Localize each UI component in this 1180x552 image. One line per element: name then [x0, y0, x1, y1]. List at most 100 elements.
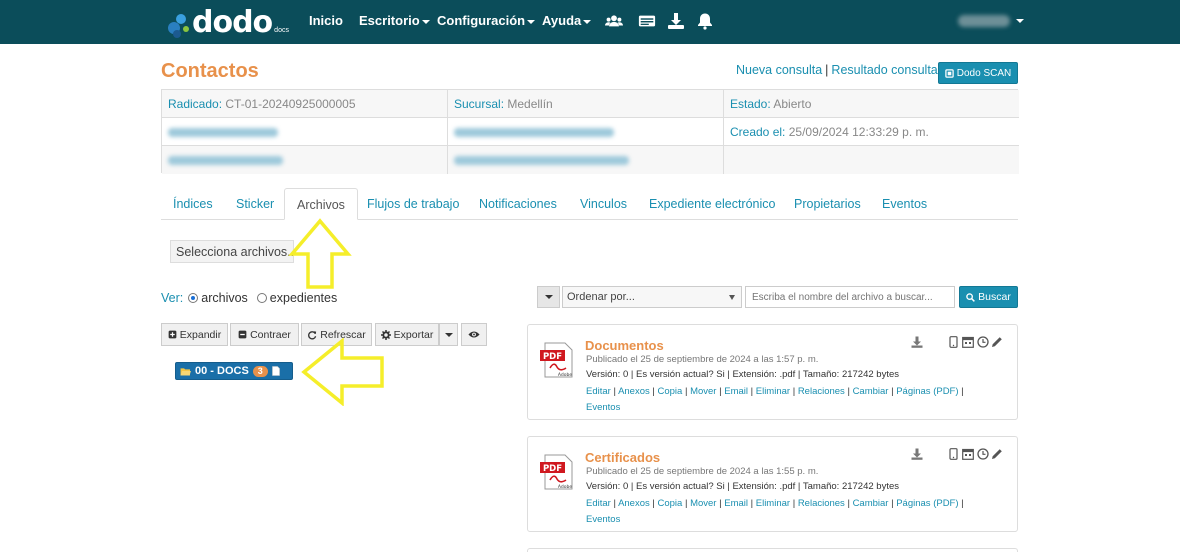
- sucursal-label: Sucursal:: [454, 97, 505, 111]
- action-copia[interactable]: Copia: [658, 498, 683, 509]
- dodo-scan-button[interactable]: Dodo SCAN: [938, 62, 1018, 84]
- chevron-down-icon: [444, 332, 453, 337]
- action-anexos[interactable]: Anexos: [618, 386, 650, 397]
- creado-value: 25/09/2024 12:33:29 p. m.: [788, 125, 929, 139]
- new-query-link[interactable]: Nueva consulta: [736, 63, 822, 77]
- nav-escritorio-label: Escritorio: [359, 13, 420, 28]
- search-button-label: Buscar: [978, 291, 1011, 303]
- scan-icon: [945, 68, 954, 78]
- select-files-button[interactable]: Selecciona archivos...: [170, 240, 294, 263]
- action-editar[interactable]: Editar: [586, 386, 611, 397]
- file-title[interactable]: Certificados: [585, 450, 660, 465]
- chevron-down-icon: [583, 19, 592, 24]
- nav-inicio[interactable]: Inicio: [309, 13, 343, 28]
- bell-icon[interactable]: [696, 12, 714, 30]
- action-email[interactable]: Email: [724, 386, 748, 397]
- file-published: Publicado el 25 de septiembre de 2024 a …: [586, 466, 819, 477]
- file-actions: Editar | Anexos | Copia | Mover | Email …: [586, 498, 964, 525]
- calendar-icon[interactable]: [962, 336, 974, 348]
- calendar-icon[interactable]: [962, 448, 974, 460]
- file-actions: Editar | Anexos | Copia | Mover | Email …: [586, 386, 964, 413]
- pencil-icon[interactable]: [991, 336, 1003, 348]
- mobile-icon[interactable]: [949, 336, 958, 348]
- sucursal-cell: Sucursal: Medellín: [448, 90, 724, 118]
- clock-icon[interactable]: [977, 336, 989, 348]
- folder-node-00-docs[interactable]: 00 - DOCS 3: [175, 362, 293, 380]
- action-email[interactable]: Email: [724, 498, 748, 509]
- pencil-icon[interactable]: [991, 448, 1003, 460]
- logo-subtext: docs: [274, 27, 289, 34]
- action-eliminar[interactable]: Eliminar: [756, 386, 790, 397]
- order-by-select[interactable]: Ordenar por...: [562, 286, 742, 308]
- action-editar[interactable]: Editar: [586, 498, 611, 509]
- folder-count-badge: 3: [252, 365, 268, 377]
- action-paginas-pdf[interactable]: Páginas (PDF): [896, 498, 958, 509]
- nav-inicio-label: Inicio: [309, 13, 343, 28]
- action-mover[interactable]: Mover: [690, 386, 716, 397]
- id-card-icon[interactable]: [638, 12, 656, 30]
- action-cambiar[interactable]: Cambiar: [853, 498, 889, 509]
- action-paginas-pdf[interactable]: Páginas (PDF): [896, 386, 958, 397]
- export-label: Exportar: [393, 328, 434, 341]
- search-button[interactable]: Buscar: [959, 286, 1018, 308]
- nav-ayuda-label: Ayuda: [542, 13, 582, 28]
- nav-ayuda[interactable]: Ayuda: [542, 13, 592, 28]
- file-meta: Versión: 0 | Es versión actual? Si | Ext…: [586, 369, 899, 380]
- download-icon[interactable]: [911, 336, 923, 348]
- svg-text:Adobe: Adobe: [558, 372, 572, 378]
- filter-dropdown-button[interactable]: [537, 286, 560, 308]
- action-eventos[interactable]: Eventos: [586, 402, 620, 413]
- action-mover[interactable]: Mover: [690, 498, 716, 509]
- dodo-logo[interactable]: dodo docs: [168, 6, 289, 38]
- tab-flujos-de-trabajo[interactable]: Flujos de trabajo: [355, 188, 471, 220]
- action-eliminar[interactable]: Eliminar: [756, 498, 790, 509]
- tab-indices[interactable]: Índices: [161, 188, 225, 220]
- tab-expediente-electronico[interactable]: Expediente electrónico: [637, 188, 787, 220]
- radicado-cell: Radicado: CT-01-20240925000005: [162, 90, 448, 118]
- view-toggle-button[interactable]: [461, 323, 487, 346]
- logo-text: dodo: [192, 5, 273, 40]
- export-dropdown-button[interactable]: [439, 323, 458, 346]
- download-icon[interactable]: [667, 12, 685, 30]
- query-result-link[interactable]: Resultado consulta: [831, 63, 937, 77]
- highlight-arrow-left-icon: [301, 338, 384, 406]
- expand-button[interactable]: Expandir: [161, 323, 228, 346]
- nav-configuracion[interactable]: Configuración: [437, 13, 536, 28]
- tab-notificaciones[interactable]: Notificaciones: [467, 188, 569, 220]
- redacted-text: [168, 128, 278, 138]
- tab-vinculos[interactable]: Vinculos: [568, 188, 639, 220]
- mobile-icon[interactable]: [949, 448, 958, 460]
- file-meta: Versión: 0 | Es versión actual? Si | Ext…: [586, 481, 899, 492]
- action-cambiar[interactable]: Cambiar: [853, 386, 889, 397]
- nav-configuracion-label: Configuración: [437, 13, 526, 28]
- redacted-text: [454, 128, 614, 138]
- file-title[interactable]: Documentos: [585, 338, 664, 353]
- clock-icon[interactable]: [977, 448, 989, 460]
- radicado-value: CT-01-20240925000005: [225, 97, 356, 111]
- sucursal-value: Medellín: [507, 97, 553, 111]
- file-search-input[interactable]: [745, 286, 955, 308]
- users-icon[interactable]: [605, 12, 623, 30]
- tab-eventos[interactable]: Eventos: [870, 188, 939, 220]
- chevron-down-icon: [729, 295, 735, 300]
- estado-value: Abierto: [773, 97, 812, 111]
- created-user-cell-redacted: [448, 118, 724, 146]
- action-relaciones[interactable]: Relaciones: [798, 498, 845, 509]
- file-card: PDF Adobe Documentos Publicado el 25 de …: [527, 324, 1018, 420]
- download-icon[interactable]: [911, 448, 923, 460]
- record-tabs: Índices Sticker Archivos Flujos de traba…: [161, 188, 1018, 220]
- radio-expedientes[interactable]: [256, 293, 267, 303]
- chevron-down-icon[interactable]: [1016, 19, 1024, 23]
- tab-propietarios[interactable]: Propietarios: [782, 188, 873, 220]
- user-menu-redacted[interactable]: [958, 15, 1010, 27]
- tab-sticker[interactable]: Sticker: [224, 188, 286, 220]
- action-anexos[interactable]: Anexos: [618, 498, 650, 509]
- radio-archivos[interactable]: [188, 293, 199, 303]
- action-copia[interactable]: Copia: [658, 386, 683, 397]
- action-eventos[interactable]: Eventos: [586, 514, 620, 525]
- nav-escritorio[interactable]: Escritorio: [359, 13, 430, 28]
- action-relaciones[interactable]: Relaciones: [798, 386, 845, 397]
- collapse-button[interactable]: Contraer: [230, 323, 299, 346]
- tab-archivos[interactable]: Archivos: [284, 188, 358, 220]
- modified-by-cell-redacted: [162, 146, 448, 174]
